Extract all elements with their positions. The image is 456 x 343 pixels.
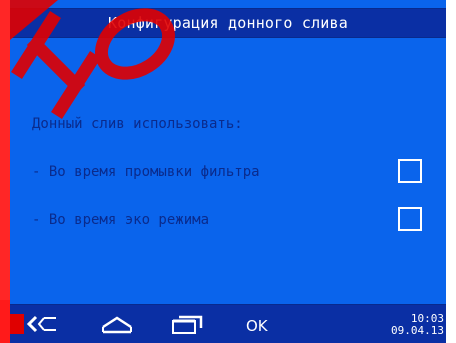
page-title: Конфигурация донного слива bbox=[108, 14, 348, 32]
section-label: Донный слив использовать: bbox=[32, 116, 243, 132]
title-bar: Конфигурация донного слива bbox=[10, 8, 446, 38]
windows-icon[interactable] bbox=[170, 313, 206, 335]
device-frame: Конфигурация донного слива Донный слив и… bbox=[0, 0, 456, 343]
bottom-nav-bar: OK 10:03 09.04.13 bbox=[10, 304, 446, 343]
screen: Конфигурация донного слива Донный слив и… bbox=[10, 0, 446, 343]
option-filter-rinse-checkbox[interactable] bbox=[398, 159, 422, 183]
clock-date: 09.04.13 bbox=[391, 324, 444, 337]
option-eco-mode-row: - Во время эко режима bbox=[32, 207, 432, 233]
ok-button[interactable]: OK bbox=[246, 317, 268, 335]
option-eco-mode-label: - Во время эко режима bbox=[32, 212, 210, 228]
clock: 10:03 09.04.13 bbox=[391, 313, 444, 337]
back-arrow-icon[interactable] bbox=[24, 313, 58, 335]
option-eco-mode-checkbox[interactable] bbox=[398, 207, 422, 231]
option-filter-rinse-row: - Во время промывки фильтра bbox=[32, 159, 432, 185]
home-icon[interactable] bbox=[100, 313, 134, 335]
option-filter-rinse-label: - Во время промывки фильтра bbox=[32, 164, 260, 180]
